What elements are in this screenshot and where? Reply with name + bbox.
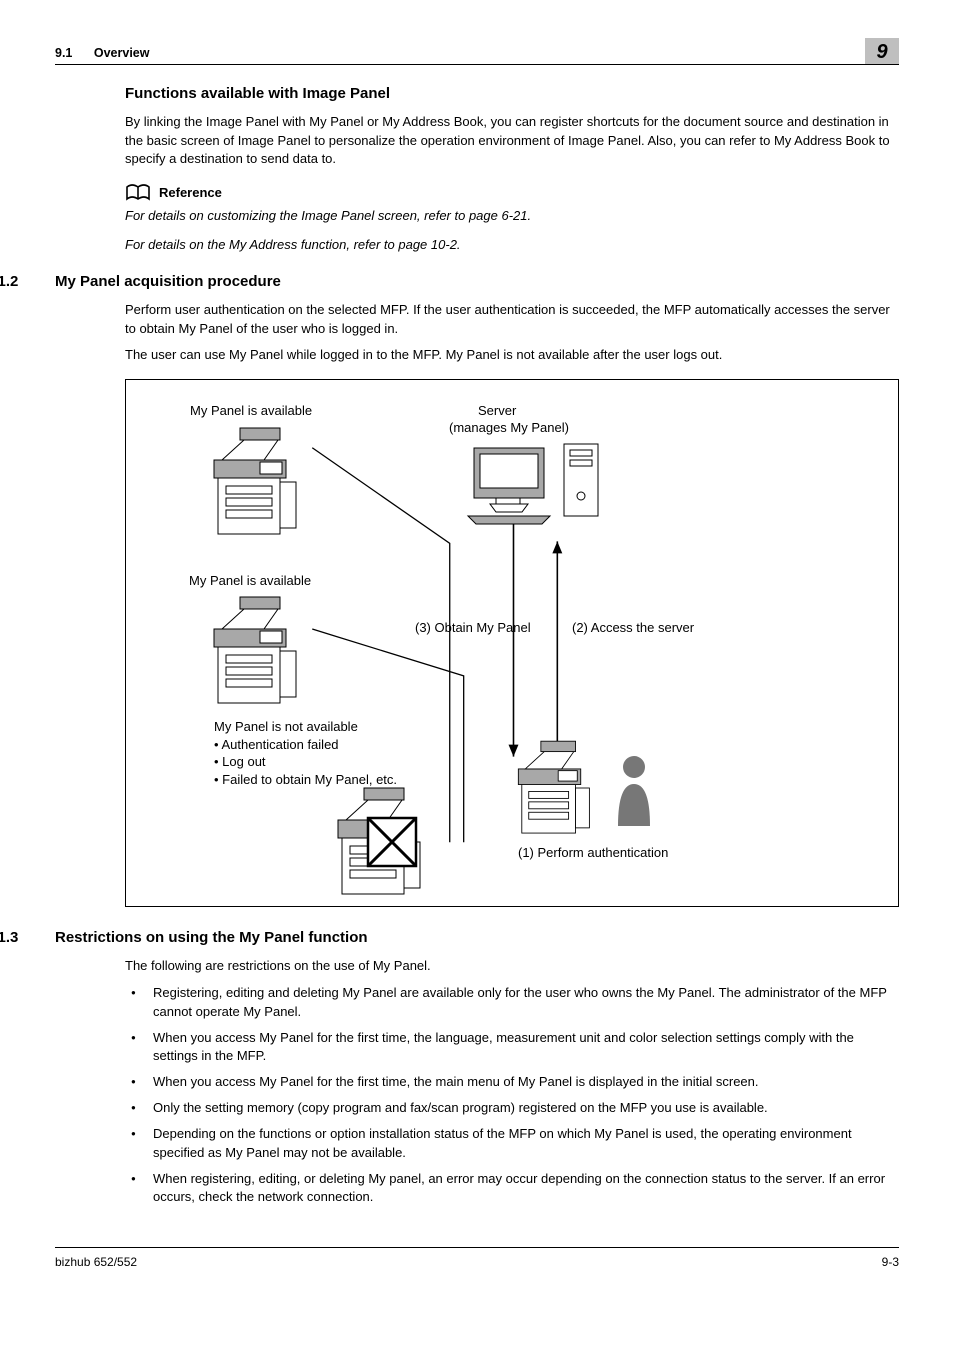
list-item: Depending on the functions or option ins…: [125, 1125, 899, 1163]
heading-913: Restrictions on using the My Panel funct…: [55, 927, 899, 949]
footer-model: bizhub 652/552: [55, 1254, 137, 1271]
page-footer: bizhub 652/552 9-3: [55, 1247, 899, 1271]
server-icon: [464, 438, 624, 532]
chapter-number-badge: 9: [865, 38, 899, 64]
reference-line-1: For details on customizing the Image Pan…: [125, 207, 899, 226]
list-item: Registering, editing and deleting My Pan…: [125, 984, 899, 1022]
diagram-label-not-available: My Panel is not available: [214, 718, 397, 736]
list-item: When you access My Panel for the first t…: [125, 1073, 899, 1092]
mfp-icon: [204, 422, 304, 542]
diagram-label-step2: (2) Access the server: [572, 619, 694, 638]
diagram-bullet-1: • Authentication failed: [214, 736, 397, 754]
section-913: 9.1.3 Restrictions on using the My Panel…: [55, 927, 899, 957]
page-header: 9.1 Overview 9: [55, 38, 899, 65]
restrictions-list: Registering, editing and deleting My Pan…: [125, 984, 899, 1207]
header-section-num: 9.1: [55, 46, 72, 60]
mfp-icon: [204, 591, 304, 711]
footer-page-number: 9-3: [882, 1254, 899, 1271]
diagram-label-server-2: (manages My Panel): [449, 419, 569, 438]
diagram-label-step3: (3) Obtain My Panel: [415, 619, 531, 638]
list-item: Only the setting memory (copy program an…: [125, 1099, 899, 1118]
mfp-icon: [508, 736, 598, 840]
person-icon: [614, 754, 654, 832]
para-913-intro: The following are restrictions on the us…: [125, 957, 899, 976]
list-item: When you access My Panel for the first t…: [125, 1029, 899, 1067]
diagram-my-panel-flow: My Panel is available Server (manages My…: [125, 379, 899, 907]
header-left: 9.1 Overview: [55, 44, 149, 62]
diagram-not-available-group: My Panel is not available • Authenticati…: [214, 718, 397, 788]
diagram-bullet-2: • Log out: [214, 753, 397, 771]
reference-line-2: For details on the My Address function, …: [125, 236, 899, 255]
reference-header: Reference: [125, 183, 899, 203]
heading-functions-available: Functions available with Image Panel: [125, 83, 899, 105]
mfp-x-icon: [328, 782, 428, 906]
section-number-912: 9.1.2: [0, 271, 55, 301]
book-open-icon: [125, 183, 151, 203]
para-functions-available: By linking the Image Panel with My Panel…: [125, 113, 899, 170]
diagram-label-available-1: My Panel is available: [190, 402, 312, 421]
header-section-title: Overview: [94, 46, 150, 60]
para-912-1: Perform user authentication on the selec…: [125, 301, 899, 339]
diagram-label-available-2: My Panel is available: [189, 572, 311, 591]
para-912-2: The user can use My Panel while logged i…: [125, 346, 899, 365]
section-number-913: 9.1.3: [0, 927, 55, 957]
section-912: 9.1.2 My Panel acquisition procedure: [55, 271, 899, 301]
heading-912: My Panel acquisition procedure: [55, 271, 899, 293]
diagram-label-step1: (1) Perform authentication: [518, 844, 668, 863]
list-item: When registering, editing, or deleting M…: [125, 1170, 899, 1208]
reference-label: Reference: [159, 184, 222, 203]
